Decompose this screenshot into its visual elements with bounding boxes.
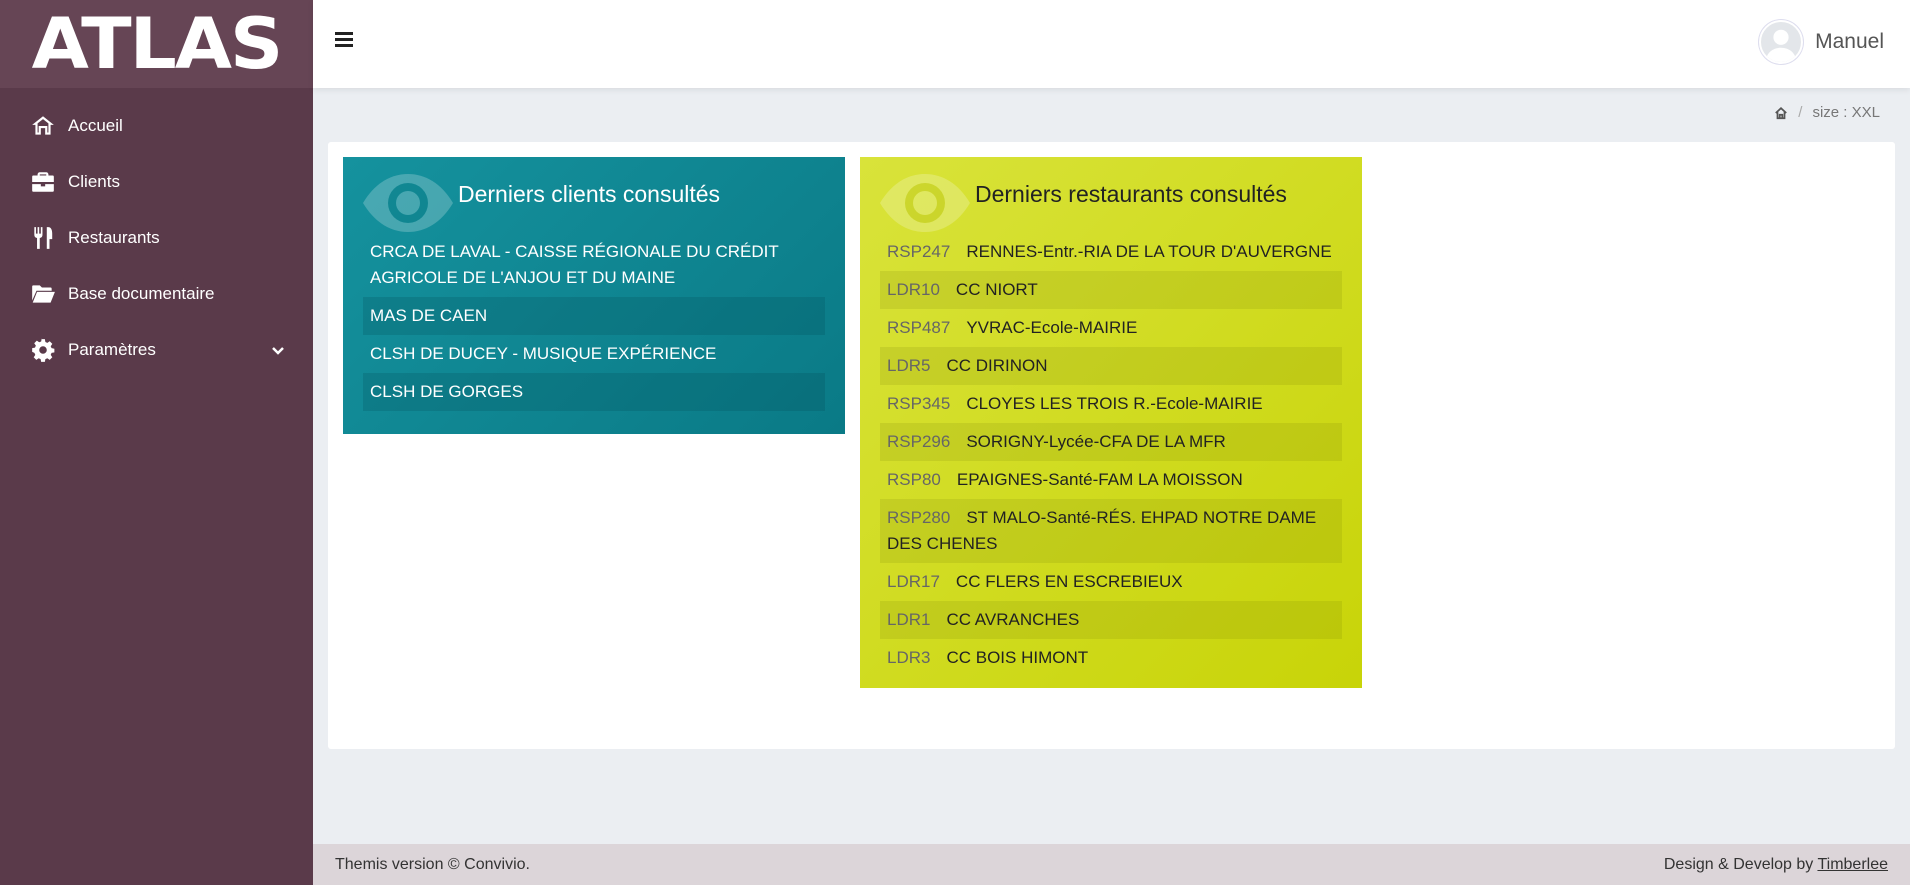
menu-toggle-icon[interactable] bbox=[335, 32, 353, 48]
restaurant-item[interactable]: RSP280 ST MALO-Santé-RÉS. EHPAD NOTRE DAM… bbox=[880, 499, 1342, 563]
folder-open-icon bbox=[28, 279, 58, 309]
restaurant-item[interactable]: RSP296 SORIGNY-Lycée-CFA DE LA MFR bbox=[880, 423, 1342, 461]
sidebar-item-label: Restaurants bbox=[68, 228, 160, 247]
footer-credits-prefix: Design & Develop by bbox=[1663, 855, 1818, 873]
breadcrumb-separator: / bbox=[1798, 104, 1803, 121]
restaurant-code: RSP280 bbox=[887, 508, 951, 527]
card-title: Derniers clients consultés bbox=[458, 181, 721, 207]
recent-clients-card: Derniers clients consultés CRCA DE LAVAL… bbox=[343, 157, 845, 434]
restaurant-name: CC AVRANCHES bbox=[946, 610, 1080, 629]
restaurant-code: RSP296 bbox=[887, 432, 951, 451]
sidebar: ATLAS Accueil Clients Restaurants Base d… bbox=[0, 0, 313, 885]
sidebar-nav: Accueil Clients Restaurants Base documen… bbox=[0, 98, 313, 378]
sidebar-item-base-documentaire[interactable]: Base documentaire bbox=[0, 266, 313, 322]
restaurant-item[interactable]: RSP80 EPAIGNES-Santé-FAM LA MOISSON bbox=[880, 461, 1342, 499]
restaurant-code: RSP345 bbox=[887, 394, 951, 413]
restaurant-name: CC DIRINON bbox=[946, 356, 1048, 375]
restaurant-name: RENNES-Entr.-RIA DE LA TOUR D'AUVERGNE bbox=[966, 242, 1332, 261]
restaurant-item[interactable]: LDR17 CC FLERS EN ESCREBIEUX bbox=[880, 563, 1342, 601]
restaurant-code: LDR3 bbox=[887, 648, 931, 667]
clients-list: CRCA DE LAVAL - CAISSE RÉGIONALE DU CRÉD… bbox=[363, 233, 825, 411]
breadcrumb-current: size : XXL bbox=[1812, 104, 1880, 121]
sidebar-item-label: Base documentaire bbox=[68, 284, 215, 303]
app-logo[interactable]: ATLAS bbox=[32, 9, 284, 79]
restaurant-item[interactable]: RSP345 CLOYES LES TROIS R.-Ecole-MAIRIE bbox=[880, 385, 1342, 423]
restaurant-name: CC FLERS EN ESCREBIEUX bbox=[955, 572, 1183, 591]
chevron-down-icon bbox=[271, 342, 285, 356]
client-item[interactable]: CLSH DE GORGES bbox=[363, 373, 825, 411]
sidebar-item-label: Paramètres bbox=[68, 340, 156, 359]
restaurant-code: RSP80 bbox=[887, 470, 941, 489]
client-item[interactable]: MAS DE CAEN bbox=[363, 297, 825, 335]
restaurant-code: RSP487 bbox=[887, 318, 951, 337]
restaurant-item[interactable]: LDR5 CC DIRINON bbox=[880, 347, 1342, 385]
sidebar-item-restaurants[interactable]: Restaurants bbox=[0, 210, 313, 266]
home-icon bbox=[28, 111, 58, 141]
restaurant-name: CLOYES LES TROIS R.-Ecole-MAIRIE bbox=[966, 394, 1263, 413]
briefcase-icon bbox=[28, 167, 58, 197]
restaurant-item[interactable]: LDR10 CC NIORT bbox=[880, 271, 1342, 309]
footer-copyright: Themis version © Convivio. bbox=[335, 855, 530, 873]
sidebar-item-parametres[interactable]: Paramètres bbox=[0, 322, 313, 378]
sidebar-item-label: Clients bbox=[68, 172, 120, 191]
footer: Themis version © Convivio. Design & Deve… bbox=[313, 844, 1910, 885]
main-panel: Derniers clients consultés CRCA DE LAVAL… bbox=[328, 142, 1895, 749]
sidebar-item-accueil[interactable]: Accueil bbox=[0, 98, 313, 154]
sidebar-item-clients[interactable]: Clients bbox=[0, 154, 313, 210]
restaurant-name: ST MALO-Santé-RÉS. EHPAD NOTRE DAME DES … bbox=[887, 508, 1317, 553]
restaurant-item[interactable]: LDR3 CC BOIS HIMONT bbox=[880, 639, 1342, 677]
restaurant-name: CC NIORT bbox=[955, 280, 1038, 299]
restaurant-name: YVRAC-Ecole-MAIRIE bbox=[966, 318, 1138, 337]
restaurant-code: LDR5 bbox=[887, 356, 931, 375]
restaurant-name: SORIGNY-Lycée-CFA DE LA MFR bbox=[966, 432, 1226, 451]
restaurant-item[interactable]: LDR1 CC AVRANCHES bbox=[880, 601, 1342, 639]
user-name: Manuel bbox=[1815, 30, 1884, 53]
home-icon[interactable] bbox=[1774, 106, 1788, 120]
timberlee-link[interactable]: Timberlee bbox=[1817, 856, 1888, 873]
restaurant-code: LDR10 bbox=[887, 280, 940, 299]
client-item[interactable]: CRCA DE LAVAL - CAISSE RÉGIONALE DU CRÉD… bbox=[363, 233, 825, 297]
restaurant-code: RSP247 bbox=[887, 242, 951, 261]
restaurants-list: RSP247 RENNES-Entr.-RIA DE LA TOUR D'AUVE… bbox=[880, 233, 1342, 677]
restaurant-item[interactable]: RSP247 RENNES-Entr.-RIA DE LA TOUR D'AUVE… bbox=[880, 233, 1342, 271]
restaurant-name: EPAIGNES-Santé-FAM LA MOISSON bbox=[956, 470, 1243, 489]
breadcrumb: / size : XXL bbox=[1774, 104, 1880, 121]
logo-area: ATLAS bbox=[0, 0, 313, 88]
cutlery-icon bbox=[28, 223, 58, 253]
restaurant-code: LDR1 bbox=[887, 610, 931, 629]
restaurant-item[interactable]: RSP487 YVRAC-Ecole-MAIRIE bbox=[880, 309, 1342, 347]
gear-icon bbox=[28, 335, 58, 365]
footer-credits: Design & Develop by Timberlee bbox=[1664, 856, 1888, 874]
recent-restaurants-card: Derniers restaurants consultés RSP247 REN… bbox=[860, 157, 1362, 688]
restaurant-code: LDR17 bbox=[887, 572, 940, 591]
sidebar-item-label: Accueil bbox=[68, 116, 123, 135]
client-item[interactable]: CLSH DE DUCEY - MUSIQUE EXPÉRIENCE bbox=[363, 335, 825, 373]
user-menu[interactable]: Manuel bbox=[1759, 20, 1884, 64]
top-header: Manuel bbox=[313, 0, 1910, 88]
restaurant-name: CC BOIS HIMONT bbox=[946, 648, 1089, 667]
avatar bbox=[1759, 20, 1804, 64]
card-title: Derniers restaurants consultés bbox=[975, 181, 1287, 207]
